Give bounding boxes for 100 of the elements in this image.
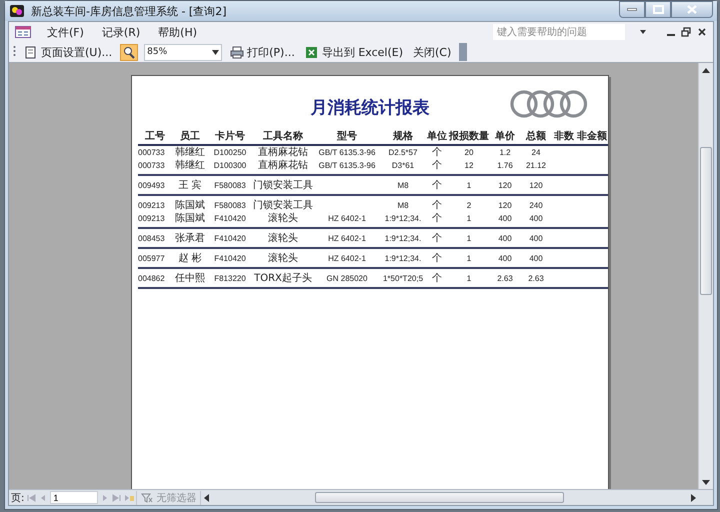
toolbar-grip-icon [13, 45, 16, 59]
table-cell-text: 陈国斌 [174, 199, 206, 212]
column-header: 单位 [426, 128, 448, 146]
table-cell-text: F580083 [213, 200, 247, 212]
zoom-button[interactable] [120, 44, 138, 60]
close-icon [697, 27, 707, 37]
table-cell-text: D2.5*57 [388, 147, 418, 159]
table-cell-text: 1 [466, 180, 472, 192]
table-cell-text: M8 [396, 200, 410, 212]
table-cell-text: 2 [466, 200, 472, 212]
dropdown-arrow-icon [212, 50, 220, 54]
table-cell: 门锁安装工具 [252, 199, 314, 212]
table-cell-text: F410420 [213, 253, 247, 265]
scroll-down-icon [702, 480, 710, 484]
scroll-left-icon [203, 494, 212, 502]
menu-item[interactable]: 记录(R) [100, 24, 142, 40]
table-cell-text: 240 [528, 200, 544, 212]
dropdown-arrow-icon [639, 29, 647, 35]
column-header: 型号 [314, 128, 380, 146]
column-header: 工号 [138, 128, 172, 146]
column-header: 工具名称 [252, 128, 314, 146]
minimize-button[interactable] [619, 1, 645, 18]
table-cell-text: 400 [497, 253, 513, 265]
maximize-button[interactable] [645, 1, 671, 18]
column-header: 非数 [552, 128, 576, 146]
maximize-icon [652, 5, 664, 14]
table-cell-text: 1:9*12;34. [384, 213, 422, 225]
table-cell-text: 1.76 [496, 160, 514, 172]
column-header: 总额 [520, 128, 552, 146]
printer-icon [230, 46, 244, 58]
zoom-dropdown[interactable]: 85% [144, 44, 222, 60]
horizontal-scrollbar[interactable] [203, 491, 697, 504]
restore-icon [681, 27, 691, 37]
table-cell-text: D3*61 [390, 160, 416, 172]
table-cell-text: 滚轮头 [267, 232, 299, 245]
table-cell-text: GB/T 6135.3-96 [318, 147, 376, 159]
minimize-icon [667, 34, 675, 36]
table-cell-text: 个 [431, 252, 443, 265]
table-cell-text: 004862 [138, 273, 166, 285]
table-cell-text: 1:9*12;34. [384, 233, 422, 245]
table-cell-text: M8 [396, 180, 410, 192]
table-cell-text: 张承君 [174, 232, 206, 245]
table-cell-text: 400 [528, 253, 544, 265]
page-setup-button[interactable]: 页面设置(U)... [22, 44, 114, 60]
table-cell-text: 滚轮头 [267, 212, 299, 225]
scroll-right-icon [689, 494, 697, 502]
table-cell-text: 008453 [138, 233, 166, 245]
table-cell-text: 1 [466, 273, 472, 285]
table-cell-text: 个 [431, 199, 443, 212]
table-cell-text: 个 [431, 146, 443, 159]
scroll-thumb[interactable] [700, 147, 712, 295]
menu-item[interactable]: 帮助(H) [156, 24, 200, 40]
filter-off-icon [141, 492, 154, 502]
table-cell-text: 个 [431, 212, 443, 225]
table-cell-text: 1 [466, 253, 472, 265]
table-cell-text: 1:9*12;34. [384, 253, 422, 265]
table-cell-text: 1 [466, 213, 472, 225]
minimize-icon [627, 8, 637, 11]
table-cell-text: 120 [497, 200, 513, 212]
close-preview-button[interactable]: 关闭(C) [411, 44, 454, 60]
scroll-thumb[interactable] [315, 492, 564, 503]
close-icon [687, 5, 697, 14]
close-button[interactable] [671, 1, 713, 18]
table-cell-text: 009213 [138, 213, 166, 225]
page-label: 页: [11, 492, 24, 504]
table-cell-text: 直柄麻花钻 [257, 146, 309, 159]
table-cell-text: 21.12 [524, 160, 548, 172]
table-cell-text: 赵 彬 [177, 252, 203, 265]
table-cell-text: 009213 [138, 200, 166, 212]
table-cell-text: 400 [528, 233, 544, 245]
table-cell-text: 1 [466, 233, 472, 245]
form-icon [15, 26, 31, 38]
scroll-up-icon [702, 68, 710, 72]
table-cell-text: HZ 6402-1 [327, 253, 367, 265]
help-search-field[interactable]: 键入需要帮助的问题 [493, 24, 625, 40]
table-cell-text: 400 [497, 213, 513, 225]
export-excel-button[interactable]: 导出到 Excel(E) [302, 44, 406, 60]
vertical-scrollbar[interactable] [698, 63, 713, 489]
print-button[interactable]: 打印(P)... [228, 44, 297, 60]
table-cell-text: 400 [528, 213, 544, 225]
table-cell-text: 个 [431, 272, 443, 285]
column-header: 员工 [172, 128, 208, 146]
table-cell-text: 000733 [138, 160, 166, 172]
menu-item[interactable]: 文件(F) [45, 24, 86, 40]
column-header: 非金额 [576, 128, 608, 146]
table-cell-text: HZ 6402-1 [327, 233, 367, 245]
table-cell-text: 直柄麻花钻 [257, 159, 309, 172]
table-cell-text: 韩继红 [174, 146, 206, 159]
table-cell-text: 任中熙 [174, 272, 206, 285]
table-cell-text: 24 [530, 147, 542, 159]
column-header: 卡片号 [208, 128, 252, 146]
table-cell-text: 2.63 [527, 273, 545, 285]
table-cell-text: 王 宾 [177, 179, 203, 192]
table-cell-text: F410420 [213, 213, 247, 225]
table-cell-text: F580083 [213, 180, 247, 192]
table-cell-text: F813220 [213, 273, 247, 285]
table-cell-text: 韩继红 [174, 159, 206, 172]
toolbar-overflow-button[interactable] [459, 43, 468, 61]
page-number-field[interactable]: 1 [50, 491, 98, 504]
table-cell-text: 个 [431, 159, 443, 172]
